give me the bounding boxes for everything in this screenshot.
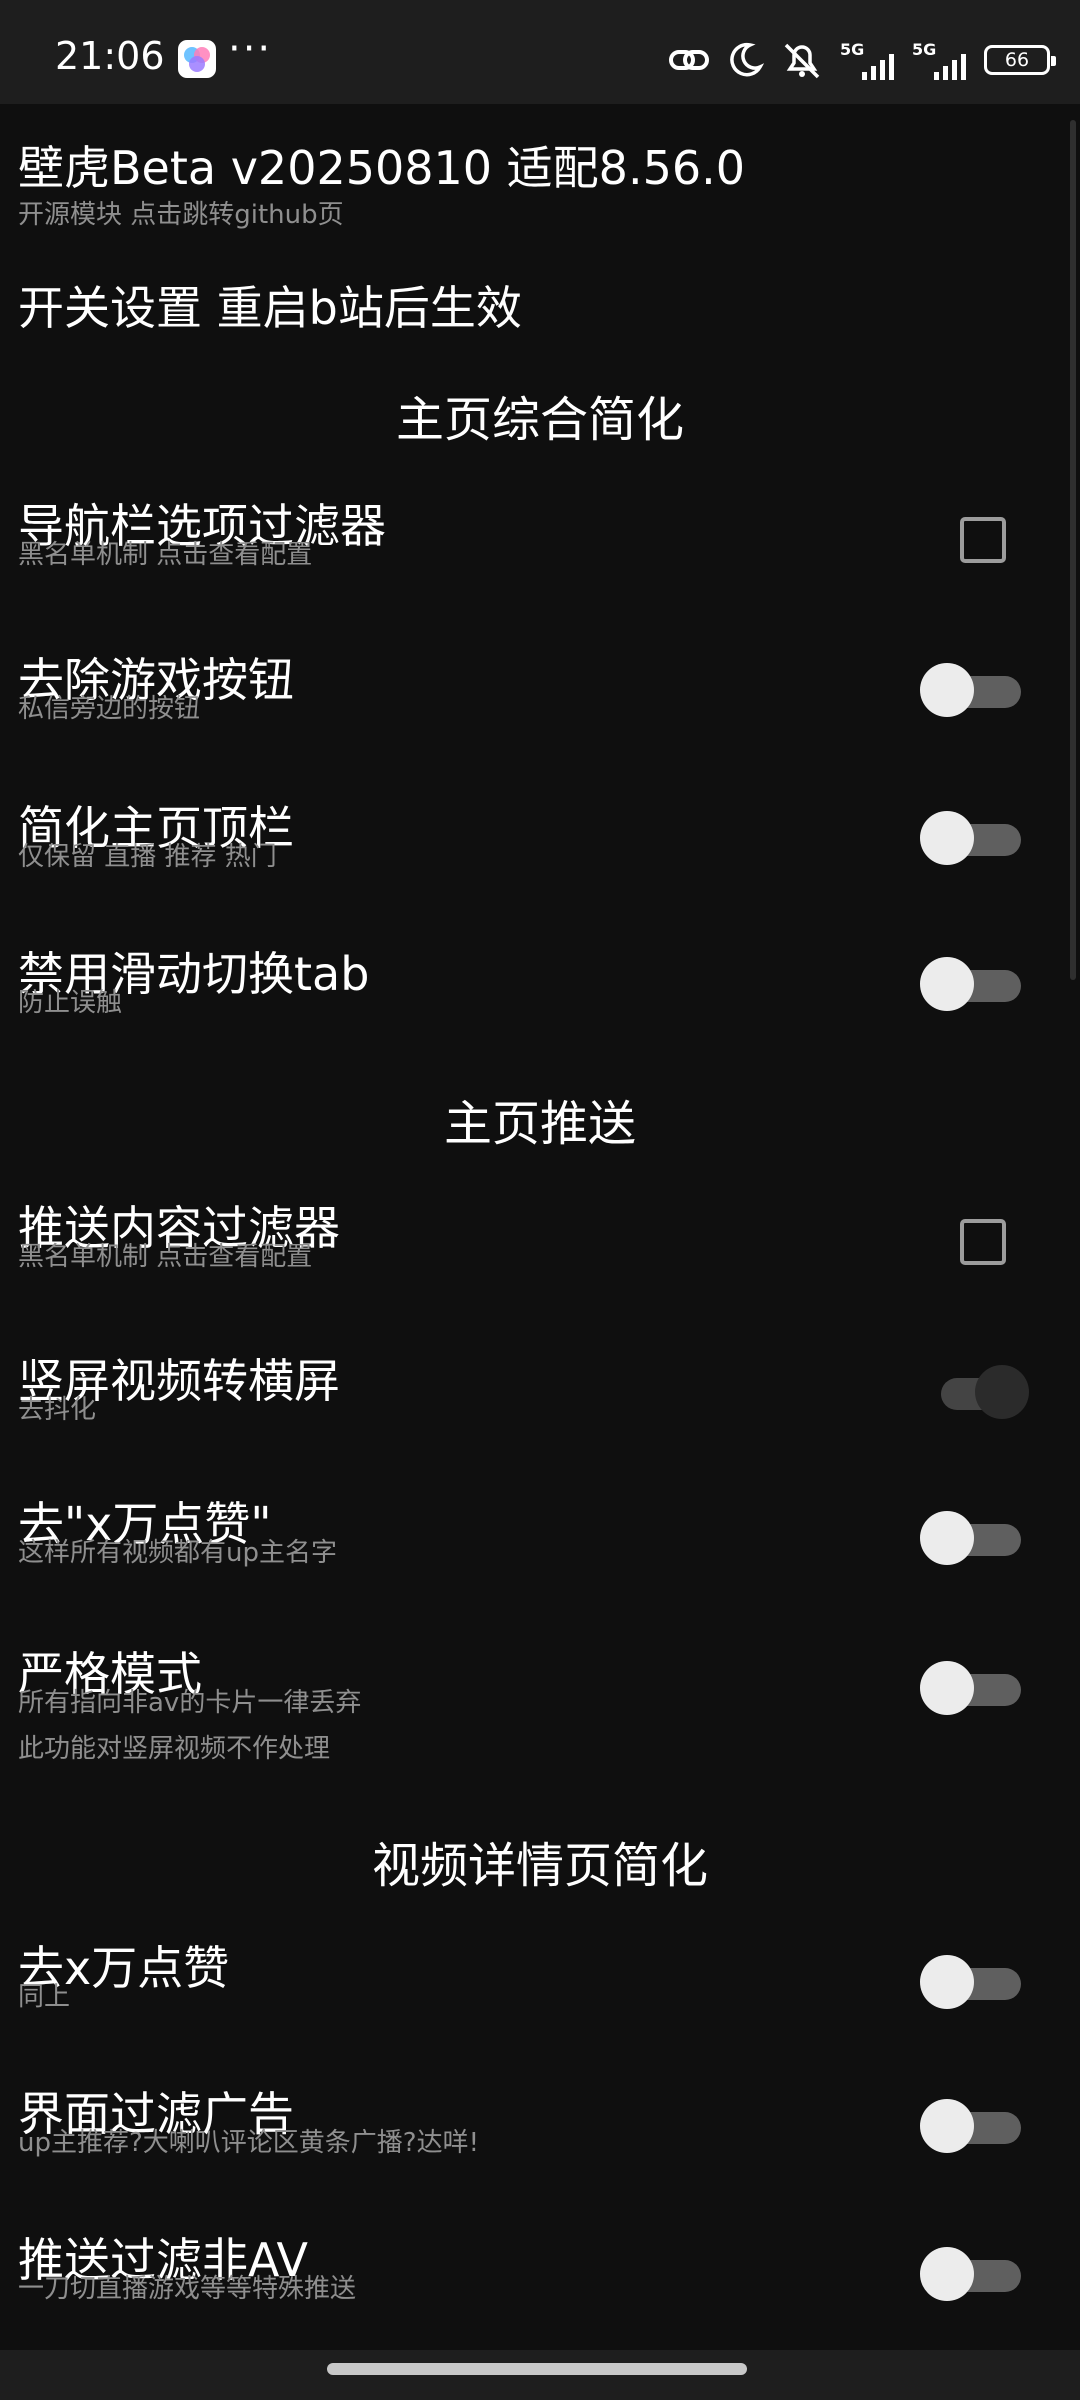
feed-filter-non-av-switch[interactable] [915,2244,1021,2304]
setting-subtitle: 黑名单机制 点击查看配置 [18,1242,313,1272]
setting-subtitle: 这样所有视频都有up主名字 [18,1538,337,1568]
vertical-to-horizontal-switch[interactable] [915,1362,1029,1422]
disable-swipe-switch[interactable] [915,954,1021,1014]
setting-strict-mode[interactable]: 严格模式 所有指向非av的卡片一律丢弃 此功能对竖屏视频不作处理 [0,1626,1080,1796]
status-icons: 5G 5G 66 [668,38,1056,82]
signal-5g-label: 5G [912,40,937,59]
moon-icon [730,42,764,77]
setting-subtitle: up主推荐?大喇叭评论区黄条广播?达咩! [18,2128,480,2158]
home-gesture-bar[interactable] [327,2363,747,2375]
setting-subtitle: 黑名单机制 点击查看配置 [18,540,313,570]
module-subtitle: 开源模块 点击跳转github页 [18,200,344,230]
setting-vertical-to-horizontal[interactable]: 竖屏视频转横屏 去抖化 [0,1330,1080,1460]
setting-feed-filter-non-av[interactable]: 推送过滤非AV 一刀切直播游戏等等特殊推送 [0,2214,1080,2344]
setting-subtitle: 一刀切直播游戏等等特殊推送 [18,2274,357,2304]
link-icon [669,50,709,70]
setting-detail-remove-likes[interactable]: 去x万点赞 同上 [0,1922,1080,2052]
setting-subtitle: 同上 [18,1982,71,2012]
notice-row: 开关设置 重启b站后生效 [0,272,1080,342]
nav-filter-checkbox[interactable] [960,517,1006,563]
signal-5g-icon: 5G [840,40,896,80]
remove-game-switch[interactable] [915,660,1021,720]
alarm-off-icon [784,43,820,79]
setting-remove-game[interactable]: 去除游戏按钮 私信旁边的按钮 [0,624,1080,754]
signal-5g-icon: 5G [912,40,968,80]
feed-filter-checkbox[interactable] [960,1219,1006,1265]
section-home-feed: 主页推送 [443,1096,636,1152]
setting-subtitle: 私信旁边的按钮 [18,694,201,724]
simplify-topbar-switch[interactable] [915,808,1021,868]
app-notification-icon [178,40,216,78]
section-home-simplify: 主页综合简化 [395,392,684,448]
status-bar: 21:06 ··· 5G 5G 66 [0,0,1080,104]
detail-filter-ads-switch[interactable] [915,2096,1021,2156]
restart-notice: 开关设置 重启b站后生效 [18,281,522,335]
setting-simplify-topbar[interactable]: 简化主页顶栏 仅保留 直播 推荐 热门 [0,772,1080,902]
setting-feed-filter[interactable]: 推送内容过滤器 黑名单机制 点击查看配置 [0,1182,1080,1312]
setting-subtitle: 所有指向非av的卡片一律丢弃 [18,1688,362,1718]
signal-5g-label: 5G [840,40,865,59]
status-time: 21:06 [55,34,165,78]
battery-icon: 66 [984,45,1056,75]
more-notifications-icon: ··· [228,26,273,72]
detail-remove-likes-switch[interactable] [915,1952,1021,2012]
setting-subtitle: 仅保留 直播 推荐 热门 [18,842,277,872]
module-title: 壁虎Beta v20250810 适配8.56.0 [18,141,745,195]
setting-subtitle: 防止误触 [18,988,123,1018]
setting-subtitle: 去抖化 [18,1395,97,1425]
setting-detail-filter-ads[interactable]: 界面过滤广告 up主推荐?大喇叭评论区黄条广播?达咩! [0,2068,1080,2198]
module-info-row[interactable]: 壁虎Beta v20250810 适配8.56.0 开源模块 点击跳转githu… [0,104,1080,234]
setting-remove-likes[interactable]: 去"x万点赞" 这样所有视频都有up主名字 [0,1478,1080,1608]
remove-likes-switch[interactable] [915,1508,1021,1568]
navigation-bar [0,2350,1080,2400]
section-video-detail: 视频详情页简化 [371,1838,708,1894]
setting-disable-swipe[interactable]: 禁用滑动切换tab 防止误触 [0,918,1080,1048]
setting-subtitle-2: 此功能对竖屏视频不作处理 [18,1734,331,1764]
strict-mode-switch[interactable] [915,1658,1021,1718]
setting-nav-filter[interactable]: 导航栏选项过滤器 黑名单机制 点击查看配置 [0,480,1080,610]
